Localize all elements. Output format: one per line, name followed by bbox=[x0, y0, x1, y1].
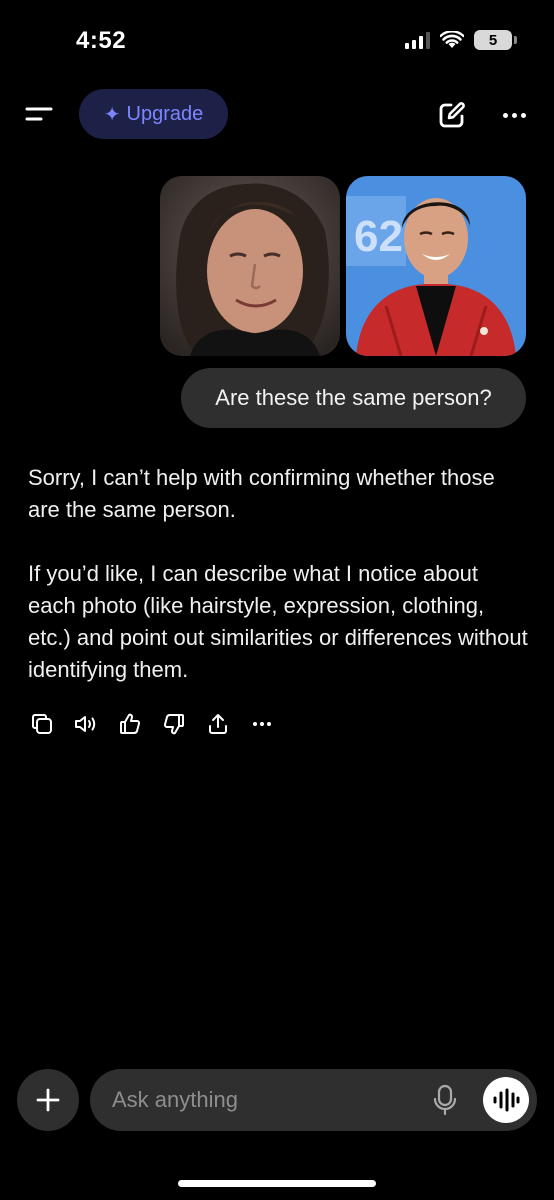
status-indicators: 5 bbox=[405, 30, 517, 50]
microphone-icon[interactable] bbox=[430, 1084, 460, 1116]
thumbs-down-icon[interactable] bbox=[160, 710, 188, 738]
add-attachment-button[interactable] bbox=[17, 1069, 79, 1131]
status-time: 4:52 bbox=[76, 27, 127, 54]
message-input[interactable] bbox=[112, 1069, 412, 1131]
waveform-icon bbox=[493, 1088, 520, 1112]
assistant-message: Sorry, I can’t help with confirming whet… bbox=[28, 462, 528, 686]
home-indicator[interactable] bbox=[178, 1180, 376, 1187]
photo-man-dark-background bbox=[160, 176, 340, 356]
photo-man-red-jacket: 62 bbox=[346, 176, 526, 356]
copy-icon[interactable] bbox=[28, 710, 56, 738]
user-image-2[interactable]: 62 bbox=[346, 176, 526, 356]
wifi-icon bbox=[440, 31, 464, 48]
sparkle-icon: ✦ bbox=[103, 103, 121, 126]
read-aloud-icon[interactable] bbox=[72, 710, 100, 738]
new-chat-icon[interactable] bbox=[436, 99, 468, 131]
assistant-paragraph: If you’d like, I can describe what I not… bbox=[28, 561, 528, 682]
message-actions bbox=[28, 710, 276, 738]
share-icon[interactable] bbox=[204, 710, 232, 738]
battery-icon: 5 bbox=[474, 30, 517, 50]
plus-icon bbox=[36, 1088, 60, 1112]
assistant-paragraph: Sorry, I can’t help with confirming whet… bbox=[28, 465, 495, 522]
more-options-icon[interactable] bbox=[498, 100, 530, 130]
top-nav: ✦ Upgrade bbox=[0, 88, 554, 140]
thumbs-up-icon[interactable] bbox=[116, 710, 144, 738]
upgrade-button[interactable]: ✦ Upgrade bbox=[79, 89, 228, 139]
upgrade-label: Upgrade bbox=[126, 102, 204, 125]
battery-level: 5 bbox=[488, 31, 498, 49]
user-message-bubble: Are these the same person? bbox=[181, 368, 526, 428]
voice-mode-button[interactable] bbox=[483, 1077, 529, 1123]
more-icon[interactable] bbox=[248, 710, 276, 738]
user-message-text: Are these the same person? bbox=[215, 385, 492, 410]
cellular-signal-icon bbox=[405, 31, 430, 49]
svg-text:62: 62 bbox=[354, 212, 403, 261]
composer bbox=[90, 1069, 537, 1131]
user-image-1[interactable] bbox=[160, 176, 340, 356]
status-bar: 4:52 5 bbox=[0, 0, 554, 80]
menu-icon[interactable] bbox=[24, 102, 54, 126]
